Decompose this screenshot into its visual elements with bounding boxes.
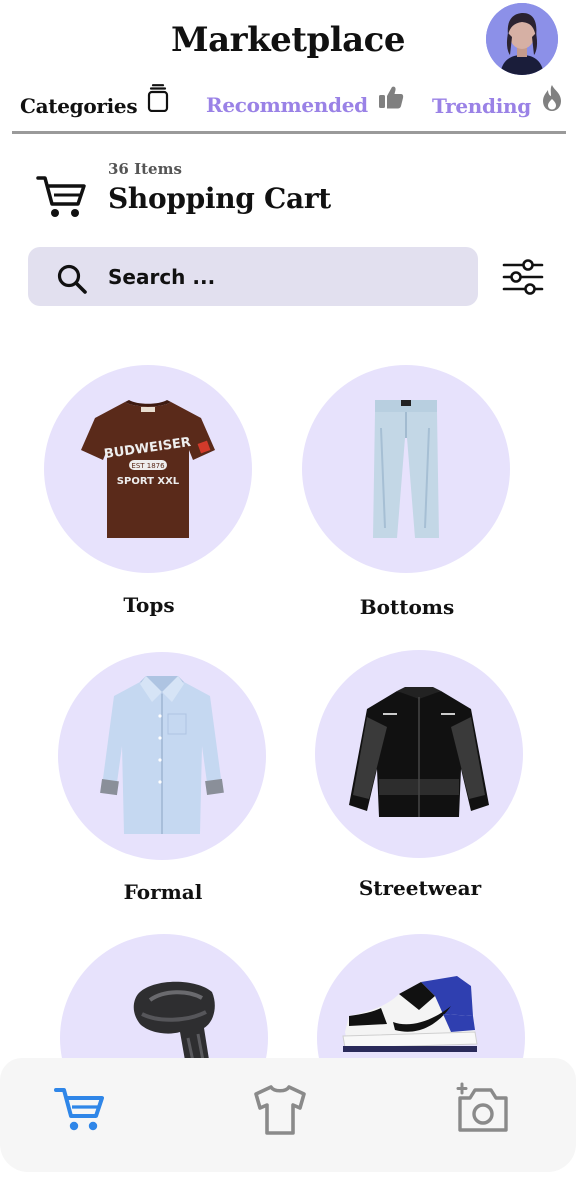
- cart-item-count: 36 Items: [108, 160, 182, 178]
- search-placeholder: Search ...: [108, 265, 216, 289]
- cart-icon[interactable]: [54, 1086, 104, 1134]
- category-tops[interactable]: BUDWEISER EST 1876 SPORT XXL Tops: [44, 365, 254, 617]
- search-icon: [57, 264, 87, 294]
- tab-label: Recommended: [206, 93, 368, 117]
- flame-icon: [542, 85, 561, 111]
- jeans-image: [373, 400, 439, 538]
- category-streetwear[interactable]: Streetwear: [315, 650, 525, 900]
- shopping-cart-icon[interactable]: [36, 174, 86, 220]
- category-circle: [302, 365, 510, 573]
- stack-icon: [148, 84, 169, 112]
- category-tabs: Categories Recommended Trending: [0, 84, 576, 134]
- scarf-image: [133, 981, 215, 1066]
- category-label: Tops: [123, 593, 175, 617]
- shirt-print-sport: SPORT XXL: [117, 476, 180, 487]
- category-circle: [58, 652, 266, 860]
- tab-categories[interactable]: Categories: [20, 84, 169, 120]
- cart-title: Shopping Cart: [108, 182, 331, 215]
- tab-label: Trending: [432, 94, 531, 118]
- sneaker-image: [342, 976, 478, 1052]
- user-avatar[interactable]: [486, 3, 558, 75]
- category-bottoms[interactable]: Bottoms: [302, 365, 512, 619]
- thumbs-up-icon: [378, 86, 404, 109]
- filter-sliders-icon[interactable]: [502, 259, 544, 295]
- category-formal[interactable]: Formal: [58, 652, 268, 904]
- avatar-image: [486, 3, 558, 75]
- tab-trending[interactable]: Trending: [432, 85, 563, 120]
- shirt-icon[interactable]: [252, 1084, 308, 1136]
- category-circle: [315, 650, 523, 858]
- tabs-divider: [12, 131, 566, 134]
- category-label: Streetwear: [358, 876, 482, 900]
- tab-recommended[interactable]: Recommended: [206, 86, 404, 118]
- shirt-print-est: EST 1876: [131, 462, 165, 470]
- category-label: Formal: [123, 880, 203, 904]
- camera-icon[interactable]: [456, 1082, 510, 1134]
- tab-label: Categories: [20, 94, 138, 118]
- dress-shirt-image: [100, 676, 224, 834]
- category-label: Bottoms: [359, 595, 455, 619]
- t-shirt-image: BUDWEISER EST 1876 SPORT XXL: [81, 400, 215, 538]
- category-circle: BUDWEISER EST 1876 SPORT XXL: [44, 365, 252, 573]
- search-input[interactable]: Search ...: [28, 247, 478, 306]
- bottom-navigation: [0, 1058, 576, 1172]
- track-jacket-image: [349, 687, 489, 817]
